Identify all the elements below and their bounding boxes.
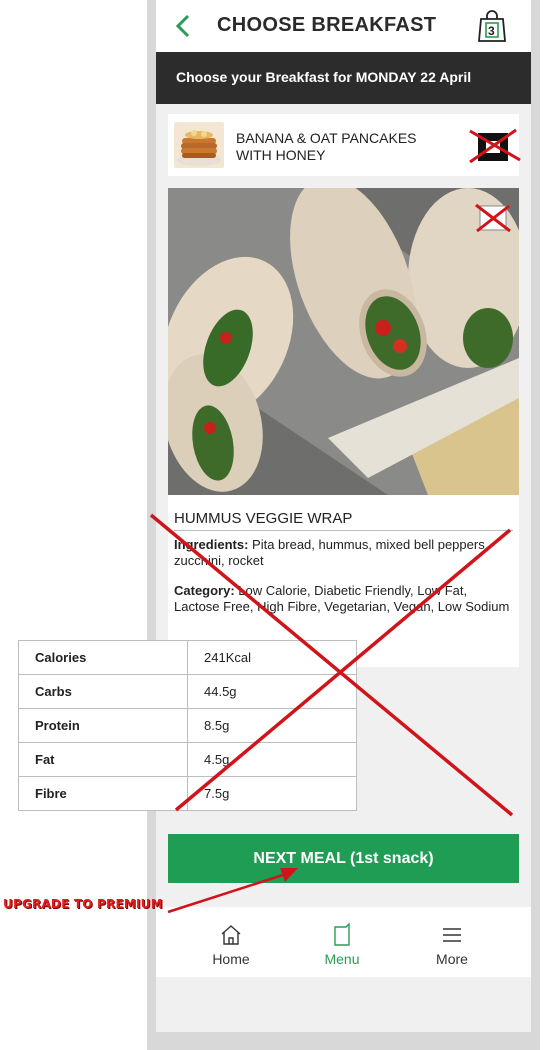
nav-label-more: More [436,951,468,967]
back-button[interactable] [172,12,196,40]
meal-category: Category: Low Calorie, Diabetic Friendly… [174,583,513,615]
meal-ingredients: Ingredients: Pita bread, hummus, mixed b… [174,537,513,569]
bottom-nav: Home Menu More [156,907,531,977]
nutrient-value: 7.5g [187,776,357,811]
nav-label-menu: Menu [324,951,360,967]
menu-page-icon [334,922,350,946]
ingredients-label: Ingredients: [174,537,249,552]
cart-count: 3 [488,24,495,38]
selected-meal-title: BANANA & OAT PANCAKES WITH HONEY [236,130,417,163]
pancake-thumbnail [174,122,224,168]
table-row: Fat 4.5g [18,742,357,777]
chevron-left-icon [175,14,190,38]
cart-button[interactable]: 3 [476,9,508,43]
table-row: Fibre 7.5g [18,776,357,811]
table-row: Carbs 44.5g [18,674,357,709]
nav-label-home: Home [212,951,250,967]
nutrient-value: 44.5g [187,674,357,709]
meal-photo [168,188,519,495]
app-screen: CHOOSE BREAKFAST 3 Choose your Breakfast… [156,0,531,1032]
nav-item-more[interactable]: More [417,923,487,967]
nutrient-value: 8.5g [187,708,357,743]
nutrition-table: Calories 241Kcal Carbs 44.5g Protein 8.5g F… [18,640,357,811]
nutrient-label: Carbs [18,674,188,709]
nutrient-label: Fat [18,742,188,777]
nav-item-menu[interactable]: Menu [307,922,377,967]
category-label: Category: [174,583,235,598]
table-row: Calories 241Kcal [18,640,357,675]
nutrient-value: 241Kcal [187,640,357,675]
meal-name: HUMMUS VEGGIE WRAP [174,510,513,531]
selected-meal-card[interactable]: BANANA & OAT PANCAKES WITH HONEY [168,114,519,176]
home-icon [221,925,241,945]
phone-frame: CHOOSE BREAKFAST 3 Choose your Breakfast… [147,0,540,1050]
hamburger-icon [443,928,461,942]
nav-item-home[interactable]: Home [196,923,266,967]
nutrient-label: Protein [18,708,188,743]
top-bar: CHOOSE BREAKFAST 3 [156,0,531,52]
day-banner-text: Choose your Breakfast for MONDAY 22 Apri… [176,69,472,85]
page-title: CHOOSE BREAKFAST [217,14,437,36]
nutrient-label: Fibre [18,776,188,811]
day-banner: Choose your Breakfast for MONDAY 22 Apri… [156,52,531,104]
nutrient-value: 4.5g [187,742,357,777]
upgrade-annotation: UPGRADE TO PREMIUM [3,897,163,911]
nutrient-label: Calories [18,640,188,675]
table-row: Protein 8.5g [18,708,357,743]
next-meal-button[interactable]: NEXT MEAL (1st snack) [168,834,519,883]
